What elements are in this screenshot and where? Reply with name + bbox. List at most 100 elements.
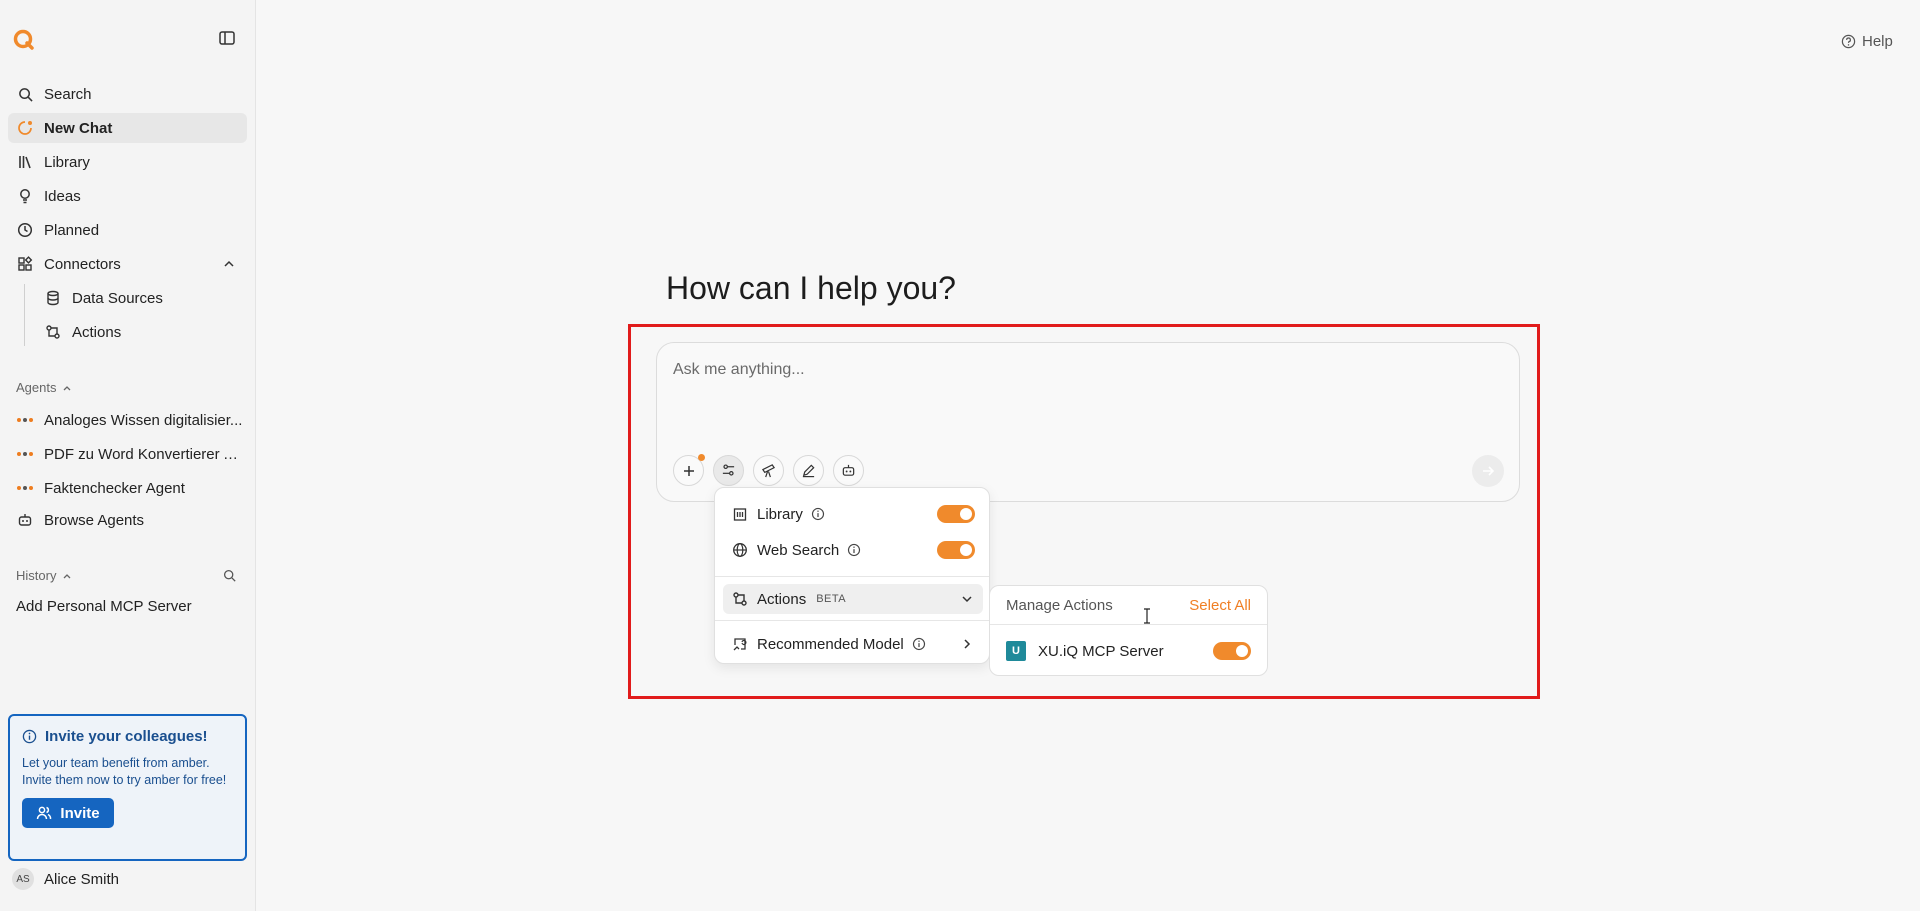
agents-label: Agents [16,380,57,395]
add-attachment-button[interactable] [673,454,705,486]
invite-button[interactable]: Invite [22,798,114,828]
agent-button[interactable] [833,455,864,486]
research-button[interactable] [753,455,784,486]
manage-actions-title: Manage Actions [1006,597,1113,614]
chevron-right-icon [961,638,973,650]
amber-logo[interactable] [13,29,35,51]
xuiq-mcp-toggle[interactable] [1213,642,1251,660]
connectors-icon [16,255,34,273]
dropdown-library[interactable]: Library [723,499,983,529]
chevron-up-icon [63,573,71,578]
chevron-down-icon [961,593,973,605]
dropdown-actions[interactable]: Actions BETA [723,584,983,614]
help-link[interactable]: Help [1841,33,1893,50]
model-icon [731,635,749,653]
agent-icon [16,411,34,429]
web-search-toggle[interactable] [937,541,975,559]
nav-new-chat-label: New Chat [44,119,113,137]
info-icon[interactable] [811,507,825,521]
tools-dropdown: Library Web Search Actions BETA Recommen… [714,487,990,664]
dropdown-web-search[interactable]: Web Search [723,535,983,565]
search-icon [16,85,34,103]
help-icon [1841,34,1856,49]
nav-data-sources-label: Data Sources [72,289,163,307]
agent-icon [16,479,34,497]
library-icon [16,153,34,171]
invite-text: Let your team benefit from amber. Invite… [22,756,227,787]
write-button[interactable] [793,455,824,486]
browse-agents[interactable]: Browse Agents [8,505,247,535]
history-section-label[interactable]: History [16,568,72,583]
nav-library-label: Library [44,153,90,171]
nav-ideas[interactable]: Ideas [8,181,247,211]
agent-item[interactable]: Faktenchecker Agent [8,473,247,503]
divider [715,576,989,577]
nav-library[interactable]: Library [8,147,247,177]
invite-card: Invite your colleagues! Let your team be… [8,714,247,861]
agent-item[interactable]: PDF zu Word Konvertierer A... [8,439,247,469]
history-item[interactable]: Add Personal MCP Server [16,598,192,615]
avatar: AS [12,868,34,890]
dropdown-recommended-model-label: Recommended Model [757,635,904,653]
sidebar-toggle-icon[interactable] [219,30,235,46]
database-icon [44,289,62,307]
library-building-icon [731,505,749,523]
new-chat-icon [16,119,34,137]
dropdown-library-label: Library [757,505,803,523]
sidebar: Search New Chat Library Ideas Planned Co… [0,0,256,911]
chevron-up-icon[interactable] [223,258,235,270]
chat-input[interactable] [673,361,1493,379]
robot-icon [16,511,34,529]
agent-label: Analoges Wissen digitalisier... [44,411,243,429]
agent-label: Faktenchecker Agent [44,479,185,497]
action-item-label: XU.iQ MCP Server [1038,642,1164,660]
users-icon [37,806,52,820]
nav-search-label: Search [44,85,92,103]
text-cursor-icon [1143,608,1151,624]
nav-search[interactable]: Search [8,79,247,109]
nav-actions[interactable]: Actions [36,317,246,347]
invite-title-row: Invite your colleagues! [22,728,233,745]
pen-icon [802,464,815,478]
dropdown-web-search-label: Web Search [757,541,840,559]
globe-icon [731,541,749,559]
xuiq-logo-icon: U [1006,641,1026,661]
tools-button[interactable] [713,455,744,486]
nav-connectors-label: Connectors [44,255,121,273]
actions-icon [44,323,62,341]
arrow-right-icon [1483,466,1495,476]
dropdown-actions-label: Actions [757,590,807,608]
library-toggle[interactable] [937,505,975,523]
info-icon[interactable] [912,637,926,651]
sliders-icon [722,464,735,476]
nav-planned-label: Planned [44,221,100,239]
select-all-link[interactable]: Select All [1189,597,1251,614]
nav-connectors[interactable]: Connectors [8,249,247,279]
divider [715,620,989,621]
agent-item[interactable]: Analoges Wissen digitalisier... [8,405,247,435]
actions-icon [731,590,749,608]
user-name: Alice Smith [44,870,120,888]
telescope-icon [761,464,776,478]
user-menu[interactable]: AS Alice Smith [12,868,119,890]
history-label: History [16,568,57,583]
info-icon[interactable] [847,543,861,557]
chat-composer [656,342,1520,502]
tree-line [24,284,25,346]
beta-badge: BETA [816,593,847,605]
send-button[interactable] [1472,455,1504,487]
lightbulb-icon [16,187,34,205]
agents-section-label[interactable]: Agents [16,380,72,395]
nav-actions-label: Actions [72,323,122,341]
page-title: How can I help you? [666,270,956,306]
invite-title: Invite your colleagues! [45,728,208,745]
nav-new-chat[interactable]: New Chat [8,113,247,143]
action-item[interactable]: U XU.iQ MCP Server [1006,641,1164,661]
divider [990,624,1267,625]
dropdown-recommended-model[interactable]: Recommended Model [723,629,983,659]
chevron-up-icon [64,385,71,390]
history-search-icon[interactable] [223,569,236,582]
notification-dot [698,454,705,461]
nav-data-sources[interactable]: Data Sources [36,283,246,313]
nav-planned[interactable]: Planned [8,215,247,245]
